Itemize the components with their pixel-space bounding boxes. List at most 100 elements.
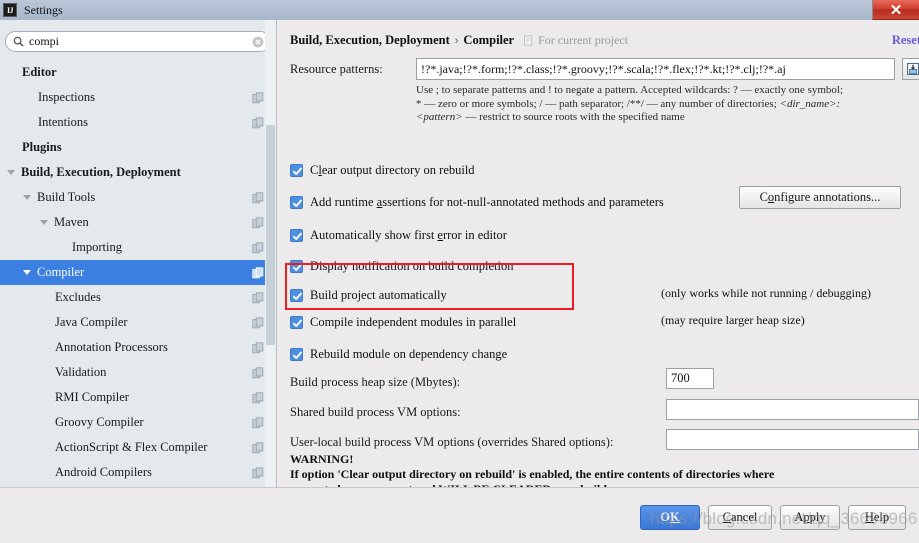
checkbox-compile-independent-modules-in-parallel[interactable]: Compile independent modules in parallel (290, 313, 516, 331)
chevron-down-icon[interactable] (40, 220, 48, 225)
sidebar-item-build-execution-deployment[interactable]: Build, Execution, Deployment (0, 160, 276, 185)
sidebar-scrollbar-thumb[interactable] (266, 125, 275, 345)
checkbox-box[interactable] (290, 259, 303, 273)
checkbox-add-runtime-assertions-for-not-null-anno[interactable]: Add runtime assertions for not-null-anno… (290, 193, 664, 211)
checkbox-box[interactable] (290, 347, 303, 361)
checkbox-label: Display notification on build completion (310, 258, 514, 273)
chevron-down-icon[interactable] (23, 270, 31, 275)
sidebar-item-android-compilers[interactable]: Android Compilers (0, 460, 276, 485)
cancel-button[interactable]: Cancel (708, 505, 772, 530)
note-build-automatically: (only works while not running / debuggin… (661, 286, 871, 300)
sidebar-item-validation[interactable]: Validation (0, 360, 276, 385)
copy-icon[interactable] (252, 191, 264, 204)
project-icon (524, 35, 533, 46)
help-button[interactable]: Help (848, 505, 906, 530)
checkbox-build-project-automatically[interactable]: Build project automatically (290, 286, 447, 304)
sidebar-item-label: Plugins (22, 140, 62, 154)
ok-button-label: OK (660, 510, 680, 524)
sidebar-item-label: Compiler (37, 265, 85, 279)
sidebar-item-compiler[interactable]: Compiler (0, 260, 276, 285)
chevron-down-icon[interactable] (23, 195, 31, 200)
hint-dirname-token: <dir_name>: (779, 97, 841, 110)
checkbox-label: Add runtime assertions for not-null-anno… (310, 194, 664, 209)
input-build-process-heap-size-mbytes[interactable]: 700 (666, 368, 714, 389)
sidebar-item-label: Maven (54, 215, 89, 229)
copy-icon[interactable] (252, 266, 264, 279)
checkbox-box[interactable] (290, 228, 303, 242)
search-input[interactable]: compi (5, 31, 271, 52)
resource-patterns-row: Resource patterns: !?*.java;!?*.form;!?*… (290, 58, 919, 80)
sidebar-item-label: Java Compiler (55, 315, 128, 329)
checkbox-clear-output-directory-on-rebuild[interactable]: Clear output directory on rebuild (290, 161, 475, 179)
help-button-label: Help (864, 510, 890, 524)
insert-expand-icon[interactable] (902, 58, 919, 80)
sidebar-item-annotation-processors[interactable]: Annotation Processors (0, 335, 276, 360)
checkbox-box[interactable] (290, 163, 303, 177)
checkbox-box[interactable] (290, 195, 303, 209)
sidebar-item-groovy-compiler[interactable]: Groovy Compiler (0, 410, 276, 435)
sidebar-item-label: Importing (72, 240, 122, 254)
checkbox-box[interactable] (290, 288, 303, 302)
sidebar-item-excludes[interactable]: Excludes (0, 285, 276, 310)
sidebar-item-label: Groovy Compiler (55, 415, 144, 429)
configure-annotations-label: Configure annotations... (759, 190, 881, 204)
copy-icon[interactable] (252, 416, 264, 429)
sidebar-item-intentions[interactable]: Intentions (0, 110, 276, 135)
sidebar-item-java-compiler[interactable]: Java Compiler (0, 310, 276, 335)
copy-icon[interactable] (252, 291, 264, 304)
intellij-logo-icon: IJ (3, 3, 17, 17)
copy-icon[interactable] (252, 391, 264, 404)
hint-line-3-text: — restrict to source roots with the spec… (462, 111, 685, 123)
warning-title: WARNING! (290, 452, 354, 466)
sidebar-item-actionscript-flex-compiler[interactable]: ActionScript & Flex Compiler (0, 435, 276, 460)
sidebar-item-label: Android Compilers (55, 465, 152, 479)
label-user-local-build-process-vm-options-over: User-local build process VM options (ove… (290, 435, 614, 449)
search-icon (13, 36, 24, 47)
chevron-down-icon[interactable] (7, 170, 15, 175)
copy-icon[interactable] (252, 316, 264, 329)
label-shared-build-process-vm-options: Shared build process VM options: (290, 405, 461, 419)
sidebar-item-build-tools[interactable]: Build Tools (0, 185, 276, 210)
breadcrumb-root[interactable]: Build, Execution, Deployment (290, 33, 450, 48)
close-icon[interactable]: ✕ (872, 0, 919, 20)
copy-icon[interactable] (252, 341, 264, 354)
cancel-button-label: Cancel (722, 510, 758, 524)
copy-icon[interactable] (252, 91, 264, 104)
copy-icon[interactable] (252, 216, 264, 229)
copy-icon[interactable] (252, 241, 264, 254)
hint-line-1: Use ; to separate patterns and ! to nega… (416, 84, 844, 96)
checkbox-display-notification-on-build-completion[interactable]: Display notification on build completion (290, 257, 513, 275)
copy-icon[interactable] (252, 441, 264, 454)
warning-message: WARNING! If option 'Clear output directo… (290, 452, 890, 487)
clear-icon[interactable] (252, 36, 264, 48)
sidebar-item-inspections[interactable]: Inspections (0, 85, 276, 110)
sidebar-item-importing[interactable]: Importing (0, 235, 276, 260)
checkbox-rebuild-module-on-dependency-change[interactable]: Rebuild module on dependency change (290, 345, 507, 363)
input-user-local-build-process-vm-options-over[interactable] (666, 429, 919, 450)
sidebar-scrollbar-track[interactable] (265, 20, 276, 487)
check-icon (292, 263, 302, 271)
ok-button[interactable]: OK (640, 505, 700, 530)
sidebar-item-maven[interactable]: Maven (0, 210, 276, 235)
sidebar-item-plugins[interactable]: Plugins (0, 135, 276, 160)
label-build-process-heap-size-mbytes: Build process heap size (Mbytes): (290, 375, 461, 389)
resource-patterns-input[interactable]: !?*.java;!?*.form;!?*.class;!?*.groovy;!… (416, 58, 895, 80)
checkbox-label: Automatically show first error in editor (310, 227, 507, 242)
copy-icon[interactable] (252, 366, 264, 379)
configure-annotations-button[interactable]: Configure annotations... (739, 186, 901, 209)
copy-icon[interactable] (252, 116, 264, 129)
checkbox-box[interactable] (290, 315, 303, 329)
sidebar-item-rmi-compiler[interactable]: RMI Compiler (0, 385, 276, 410)
input-shared-build-process-vm-options[interactable] (666, 399, 919, 420)
check-icon (292, 351, 302, 359)
apply-button[interactable]: Apply (780, 505, 840, 530)
check-icon (292, 199, 302, 207)
sidebar-item-editor[interactable]: Editor (0, 60, 276, 85)
sidebar-item-label: Build, Execution, Deployment (21, 165, 181, 179)
reset-link[interactable]: Reset (892, 33, 919, 48)
checkbox-automatically-show-first-error-in-editor[interactable]: Automatically show first error in editor (290, 226, 507, 244)
copy-icon[interactable] (252, 466, 264, 479)
